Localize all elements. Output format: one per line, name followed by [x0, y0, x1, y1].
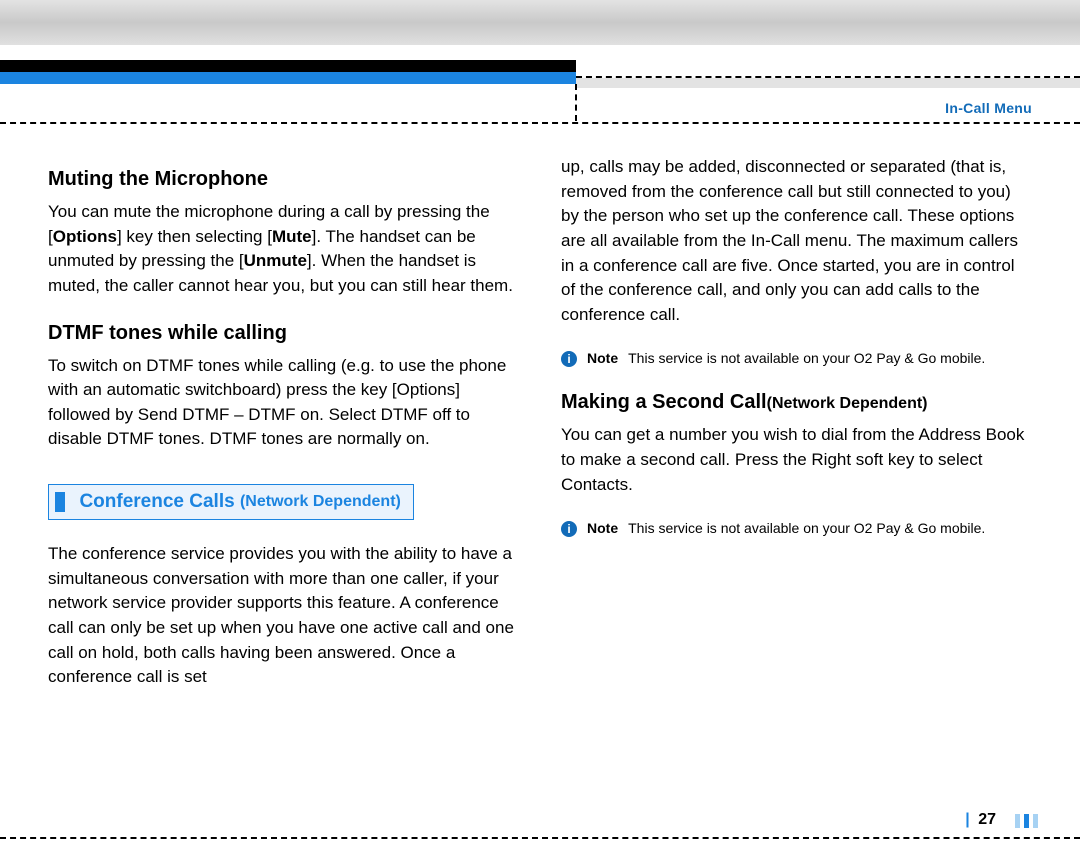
- lower-full-dashed-line: [0, 837, 1080, 839]
- page-number-value: 27: [978, 811, 996, 828]
- heading-sub: (Network Dependent): [767, 395, 928, 412]
- callout-bar-icon: [55, 492, 65, 512]
- note-label: Note: [587, 520, 618, 538]
- note-text: This service is not available on your O2…: [628, 349, 985, 368]
- info-icon: i: [561, 521, 577, 537]
- callout-subtitle: (Network Dependent): [240, 493, 401, 510]
- top-right-gray-strip: [576, 78, 1080, 88]
- note-row-1: i Note This service is not available on …: [561, 349, 1032, 368]
- section-header-label: In-Call Menu: [945, 100, 1032, 116]
- heading-main: Making a Second Call: [561, 391, 767, 413]
- content-columns: Muting the Microphone You can mute the m…: [48, 155, 1032, 712]
- note-label: Note: [587, 350, 618, 368]
- left-column: Muting the Microphone You can mute the m…: [48, 155, 519, 712]
- heading-muting-microphone: Muting the Microphone: [48, 167, 519, 192]
- paragraph-conference: The conference service provides you with…: [48, 542, 519, 690]
- bold-options: Options: [53, 227, 117, 246]
- paragraph-second-call: You can get a number you wish to dial fr…: [561, 423, 1032, 497]
- top-blue-bar: [0, 72, 576, 84]
- page-corner-bars: [1015, 814, 1038, 828]
- vertical-dashed-divider: [575, 84, 577, 121]
- info-icon: i: [561, 351, 577, 367]
- right-column: up, calls may be added, disconnected or …: [561, 155, 1032, 712]
- top-divider-gradient: [0, 0, 1080, 45]
- document-page: In-Call Menu Muting the Microphone You c…: [0, 0, 1080, 864]
- text: ] key then selecting [: [117, 227, 272, 246]
- callout-conference-calls: Conference Calls (Network Dependent): [48, 484, 414, 520]
- note-row-2: i Note This service is not available on …: [561, 519, 1032, 538]
- paragraph-dtmf: To switch on DTMF tones while calling (e…: [48, 354, 519, 453]
- heading-dtmf: DTMF tones while calling: [48, 321, 519, 346]
- page-number: | 27: [965, 811, 996, 829]
- callout-title: Conference Calls: [79, 491, 240, 512]
- decor-bar: [1033, 814, 1038, 828]
- top-black-bar: [0, 60, 576, 72]
- paragraph-conference-continued: up, calls may be added, disconnected or …: [561, 155, 1032, 327]
- page-number-separator-icon: |: [965, 811, 969, 828]
- decor-bar: [1024, 814, 1029, 828]
- bold-mute: Mute: [272, 227, 312, 246]
- decor-bar: [1015, 814, 1020, 828]
- heading-second-call: Making a Second Call(Network Dependent): [561, 390, 1032, 415]
- note-text: This service is not available on your O2…: [628, 519, 985, 538]
- paragraph-muting: You can mute the microphone during a cal…: [48, 200, 519, 299]
- bold-unmute: Unmute: [244, 251, 307, 270]
- upper-full-dashed-line: [0, 122, 1080, 124]
